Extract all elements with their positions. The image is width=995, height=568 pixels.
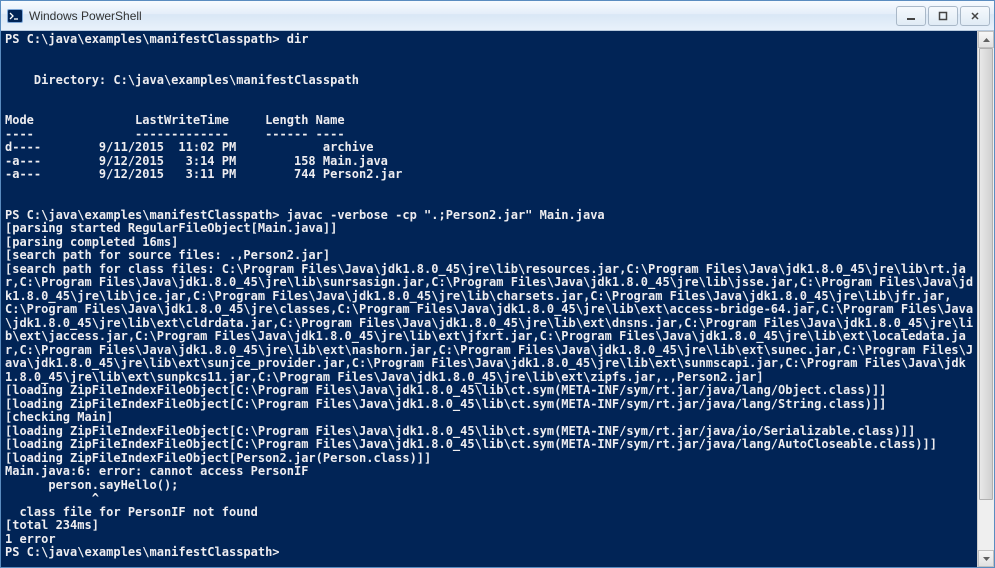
scroll-thumb[interactable] [979, 48, 993, 500]
vertical-scrollbar[interactable] [977, 31, 994, 567]
titlebar[interactable]: Windows PowerShell [1, 1, 994, 31]
scroll-track[interactable] [978, 48, 994, 550]
close-button[interactable] [960, 6, 990, 26]
maximize-button[interactable] [928, 6, 958, 26]
console-area: PS C:\java\examples\manifestClasspath> d… [1, 31, 994, 567]
scroll-up-button[interactable] [978, 31, 994, 48]
console-output[interactable]: PS C:\java\examples\manifestClasspath> d… [1, 31, 977, 567]
window-controls [896, 6, 990, 26]
powershell-icon [7, 8, 23, 24]
minimize-button[interactable] [896, 6, 926, 26]
window-title: Windows PowerShell [29, 9, 896, 23]
powershell-window: Windows PowerShell PS C:\java\examples\m… [0, 0, 995, 568]
scroll-down-button[interactable] [978, 550, 994, 567]
